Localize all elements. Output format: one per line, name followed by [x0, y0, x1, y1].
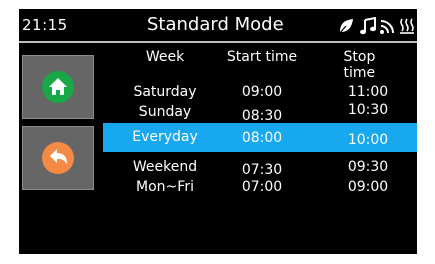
row-week[interactable]: Weekend [133, 159, 197, 175]
mode-title: Standard Mode [147, 14, 284, 35]
home-icon [42, 71, 74, 103]
clock: 21:15 [22, 16, 68, 34]
row-week[interactable]: Sunday [139, 104, 191, 120]
row-stop-time[interactable]: 09:00 [348, 179, 388, 195]
row-start-time[interactable]: 08:00 [242, 130, 282, 146]
stop-time-header: Stop time [343, 49, 376, 81]
row-week[interactable]: Mon~Fri [136, 179, 194, 195]
row-stop-time[interactable]: 11:00 [348, 84, 388, 100]
device-screen: 21:15 Standard Mode Week Start time Stop… [19, 9, 417, 254]
status-bar: 21:15 Standard Mode [19, 9, 417, 43]
row-week[interactable]: Saturday [133, 84, 196, 100]
leaf-icon [338, 19, 353, 35]
music-note-icon [360, 17, 376, 35]
row-week[interactable]: Everyday [132, 129, 198, 145]
week-header: Week [145, 49, 185, 65]
back-button[interactable] [22, 126, 94, 190]
start-time-header: Start time [226, 49, 298, 65]
row-start-time[interactable]: 07:00 [242, 179, 282, 195]
row-start-time[interactable]: 09:00 [242, 84, 282, 100]
home-button[interactable] [22, 55, 94, 119]
row-stop-time[interactable]: 10:00 [348, 132, 388, 148]
heater-icon [400, 18, 414, 34]
row-stop-time[interactable]: 09:30 [348, 159, 388, 175]
side-panel [19, 53, 97, 195]
row-start-time[interactable]: 07:30 [242, 162, 282, 178]
status-icons [337, 17, 415, 37]
row-stop-time[interactable]: 10:30 [348, 102, 388, 118]
wifi-icon [380, 20, 394, 34]
back-arrow-icon [42, 142, 74, 174]
row-start-time[interactable]: 08:30 [242, 108, 282, 124]
